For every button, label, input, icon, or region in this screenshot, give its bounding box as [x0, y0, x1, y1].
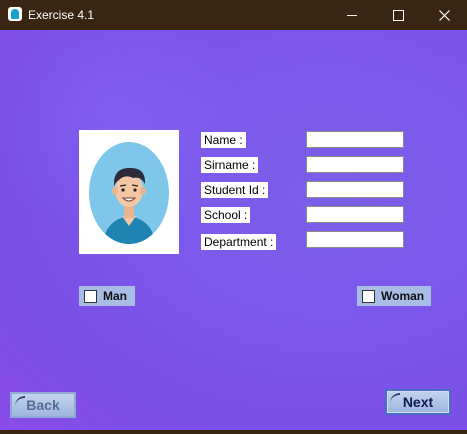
window-bottom-border: [0, 430, 467, 434]
swoosh-icon: [15, 396, 25, 406]
next-button-label: Next: [402, 394, 434, 410]
avatar-icon: [103, 167, 155, 244]
minimize-button[interactable]: [329, 0, 375, 30]
title-bar: Exercise 4.1: [0, 0, 467, 30]
man-checkbox-box[interactable]: [84, 289, 97, 303]
department-field[interactable]: [306, 231, 404, 248]
avatar-background: [89, 142, 169, 244]
woman-checkbox-label: Woman: [381, 289, 425, 303]
app-window: Exercise 4.1 Name: Sirname: Student Id…: [0, 0, 467, 434]
student-id-field[interactable]: [306, 181, 404, 198]
school-field[interactable]: [306, 206, 404, 223]
woman-checkbox[interactable]: Woman: [357, 286, 431, 306]
maximize-button[interactable]: [375, 0, 421, 30]
close-button[interactable]: [421, 0, 467, 30]
form-client-area: Name : Sirname : Student Id : School : D…: [0, 30, 467, 434]
app-icon: [8, 7, 22, 21]
maximize-icon: [392, 9, 404, 21]
minimize-icon: [347, 14, 357, 16]
man-checkbox[interactable]: Man: [79, 286, 135, 306]
sirname-field[interactable]: [306, 156, 404, 173]
man-checkbox-label: Man: [103, 289, 127, 303]
close-icon: [438, 9, 450, 21]
name-field[interactable]: [306, 131, 404, 148]
swoosh-icon: [390, 393, 400, 403]
back-button[interactable]: Back: [10, 392, 76, 418]
woman-checkbox-box[interactable]: [362, 289, 375, 303]
avatar-picture: [79, 130, 179, 254]
school-label: School :: [201, 207, 251, 223]
sirname-label: Sirname :: [201, 157, 259, 173]
next-button[interactable]: Next: [385, 389, 451, 415]
department-label: Department :: [201, 234, 277, 250]
name-label: Name :: [201, 132, 246, 148]
window-title: Exercise 4.1: [28, 8, 95, 22]
back-button-label: Back: [26, 397, 60, 413]
student-id-label: Student Id :: [201, 182, 269, 198]
